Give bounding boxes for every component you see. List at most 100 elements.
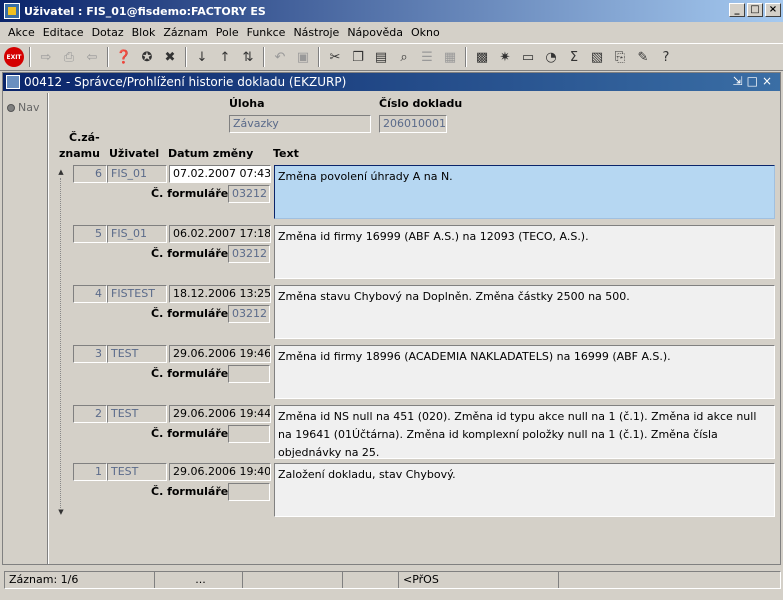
form-window: 00412 - Správce/Prohlížení historie dokl… [2, 72, 781, 565]
row-text-field[interactable]: Změna povolení úhrady A na N. [274, 165, 775, 219]
table-icon[interactable]: ▦ [440, 47, 460, 67]
row-number-field[interactable]: 1 [73, 463, 107, 481]
row-text-field[interactable]: Změna stavu Chybový na Doplněn. Změna čá… [274, 285, 775, 339]
row-form-field[interactable] [228, 365, 270, 383]
row-date-field[interactable]: 18.12.2006 13:25:28 [169, 285, 271, 303]
row-text-field[interactable]: Změna id firmy 16999 (ABF A.S.) na 12093… [274, 225, 775, 279]
cislo-dokladu-field[interactable]: 2060100012 [379, 115, 447, 133]
undo-icon[interactable]: ↶ [270, 47, 290, 67]
row-number-field[interactable]: 6 [73, 165, 107, 183]
print-icon[interactable]: ⎙ [59, 47, 79, 67]
row-date-field[interactable]: 29.06.2006 19:46:55 [169, 345, 271, 363]
sum-icon[interactable]: Σ [564, 47, 584, 67]
scroll-up-icon[interactable]: ▲ [56, 168, 66, 178]
menu-blok[interactable]: Blok [128, 26, 160, 39]
clear-icon[interactable]: ⇦ [82, 47, 102, 67]
row-date-field[interactable]: 29.06.2006 19:40:45 [169, 463, 271, 481]
status-mode: <PřOS [399, 572, 559, 588]
export-icon[interactable]: ▩ [472, 47, 492, 67]
window-title: Uživatel : FIS_01@fisdemo:FACTORY ES [24, 4, 266, 18]
row-text-field[interactable]: Změna id NS null na 451 (020). Změna id … [274, 405, 775, 459]
toolbar: EXIT ⇨ ⎙ ⇦ ❓ ✪ ✖ ↓ ↑ ⇅ ↶ ▣ ✂ ❐ ▤ ⌕ ☰ ▦ ▩… [0, 43, 783, 71]
row-user-field[interactable]: TEST [107, 463, 167, 481]
col-cislo-line1: Č.zá- [69, 131, 100, 144]
scroll-down-icon[interactable]: ▼ [56, 508, 66, 518]
row-form-field[interactable]: 03212 [228, 245, 270, 263]
clear-form-icon[interactable]: ▣ [293, 47, 313, 67]
row-user-field[interactable]: FIS_01 [107, 225, 167, 243]
status-empty-1 [243, 572, 343, 588]
enter-query-icon[interactable]: ❓ [114, 47, 134, 67]
close-button[interactable]: × [765, 3, 781, 17]
row-user-field[interactable]: TEST [107, 405, 167, 423]
status-bar: Záznam: 1/6 ... <PřOS [4, 571, 781, 589]
tools-icon[interactable]: ✎ [633, 47, 653, 67]
form-window-controls[interactable]: ⇲□× [733, 74, 776, 88]
row-form-field[interactable] [228, 483, 270, 501]
toolbar-separator [465, 47, 467, 67]
menu-zaznam[interactable]: Záznam [159, 26, 211, 39]
row-number-field[interactable]: 4 [73, 285, 107, 303]
row-number-field[interactable]: 5 [73, 225, 107, 243]
row-form-field[interactable]: 03212 [228, 185, 270, 203]
toolbar-separator [318, 47, 320, 67]
cut-icon[interactable]: ✂ [325, 47, 345, 67]
help-icon[interactable]: ? [656, 47, 676, 67]
nav-icon [7, 103, 15, 112]
row-date-field[interactable]: 06.02.2007 17:18:18 [169, 225, 271, 243]
row-date-field[interactable]: 07.02.2007 07:43:13 [169, 165, 271, 183]
record-scrollbar[interactable]: ▲ ▼ [56, 168, 68, 588]
indent-icon[interactable]: ☰ [417, 47, 437, 67]
row-form-field[interactable]: 03212 [228, 305, 270, 323]
menu-napoveda[interactable]: Nápověda [343, 26, 407, 39]
menu-okno[interactable]: Okno [407, 26, 444, 39]
copy-icon[interactable]: ❐ [348, 47, 368, 67]
row-user-field[interactable]: FISTEST [107, 285, 167, 303]
uloha-label: Úloha [229, 97, 265, 110]
uloha-field[interactable]: Závazky [229, 115, 371, 133]
menu-nastroje[interactable]: Nástroje [289, 26, 343, 39]
menu-funkce[interactable]: Funkce [243, 26, 290, 39]
find-icon[interactable]: ⌕ [394, 47, 414, 67]
row-text-field[interactable]: Založení dokladu, stav Chybový. [274, 463, 775, 517]
sort-multi-icon[interactable]: ⇅ [238, 47, 258, 67]
row-user-field[interactable]: TEST [107, 345, 167, 363]
attach-icon[interactable]: ⎘ [610, 47, 630, 67]
menu-dotaz[interactable]: Dotaz [88, 26, 128, 39]
settings-icon[interactable]: ✷ [495, 47, 515, 67]
row-number-field[interactable]: 2 [73, 405, 107, 423]
row-date-field[interactable]: 29.06.2006 19:44:43 [169, 405, 271, 423]
nav-panel[interactable]: Nav [7, 101, 39, 114]
row-form-label: Č. formuláře [151, 187, 229, 200]
col-uzivatel: Uživatel [109, 147, 160, 160]
cislo-dokladu-label: Číslo dokladu [379, 97, 463, 110]
calendar-icon[interactable]: ◔ [541, 47, 561, 67]
sort-asc-icon[interactable]: ↓ [192, 47, 212, 67]
exit-icon[interactable]: EXIT [4, 47, 24, 67]
row-form-field[interactable] [228, 425, 270, 443]
notes-icon[interactable]: ▭ [518, 47, 538, 67]
row-text-field[interactable]: Změna id firmy 18996 (ACADEMIA NAKLADATE… [274, 345, 775, 399]
row-number-field[interactable]: 3 [73, 345, 107, 363]
row-form-label: Č. formuláře [151, 367, 229, 380]
status-dots: ... [155, 572, 243, 588]
chart-icon[interactable]: ▧ [587, 47, 607, 67]
execute-query-icon[interactable]: ✪ [137, 47, 157, 67]
menu-pole[interactable]: Pole [212, 26, 243, 39]
cancel-query-icon[interactable]: ✖ [160, 47, 180, 67]
maximize-button[interactable]: □ [747, 3, 763, 17]
minimize-button[interactable]: _ [729, 3, 745, 17]
menu-akce[interactable]: Akce [4, 26, 39, 39]
window-titlebar: Uživatel : FIS_01@fisdemo:FACTORY ES _ □… [0, 0, 783, 22]
toolbar-separator [29, 47, 31, 67]
menu-editace[interactable]: Editace [39, 26, 88, 39]
sort-desc-icon[interactable]: ↑ [215, 47, 235, 67]
col-text: Text [273, 147, 299, 160]
nav-label: Nav [18, 101, 40, 114]
toolbar-separator [263, 47, 265, 67]
row-user-field[interactable]: FIS_01 [107, 165, 167, 183]
save-icon[interactable]: ⇨ [36, 47, 56, 67]
paste-icon[interactable]: ▤ [371, 47, 391, 67]
status-empty-3 [559, 572, 780, 588]
scroll-track[interactable] [60, 178, 68, 508]
